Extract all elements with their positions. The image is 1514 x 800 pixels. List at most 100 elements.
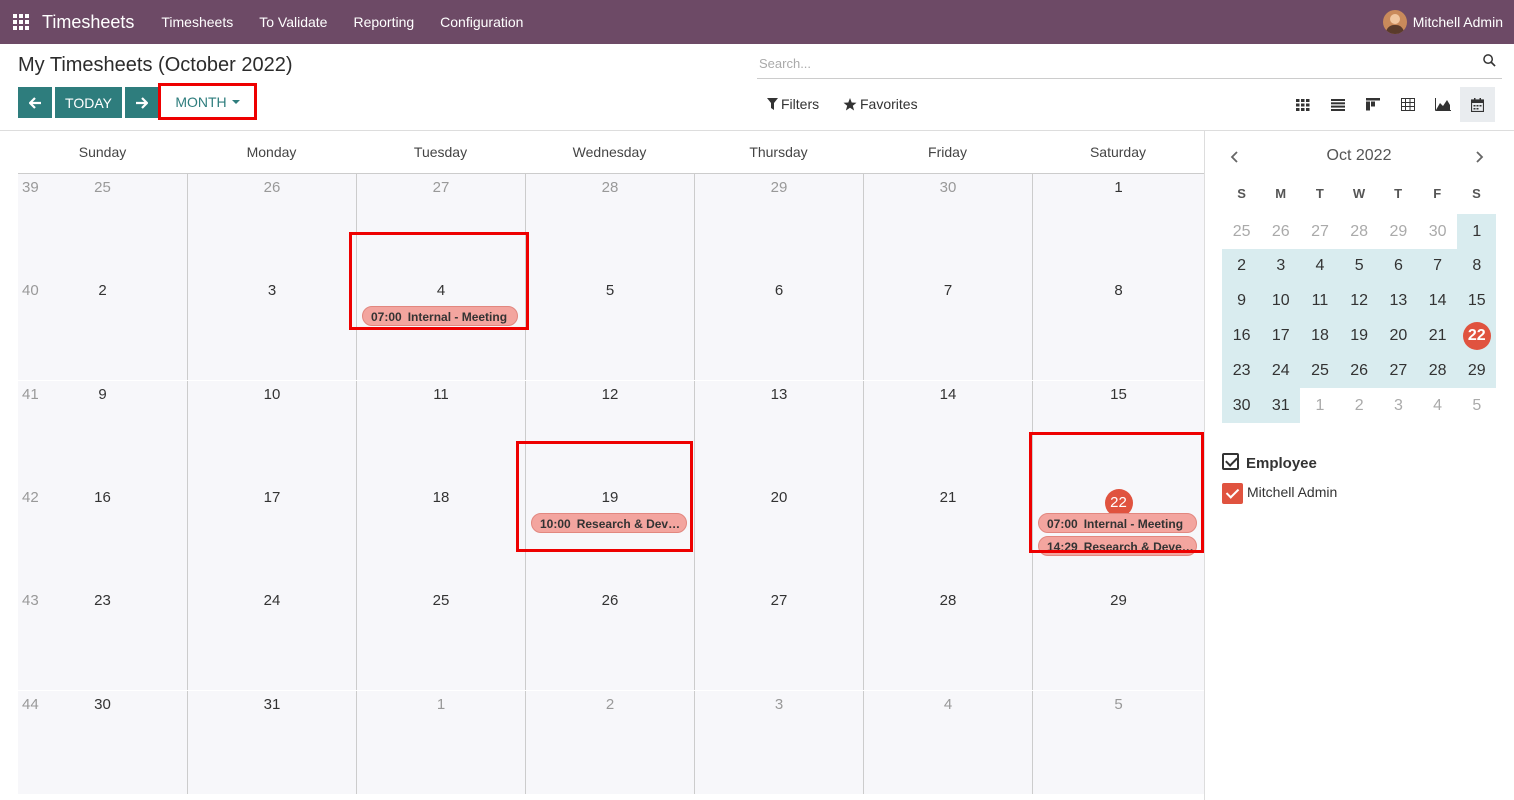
mini-day[interactable]: 28 xyxy=(1340,214,1379,249)
chevron-right-icon[interactable] xyxy=(1472,150,1486,164)
mini-day[interactable]: 10 xyxy=(1261,283,1301,319)
calendar-day-cell[interactable]: 30 xyxy=(18,690,187,794)
calendar-day-cell[interactable]: 31 xyxy=(187,690,356,794)
calendar-day-cell[interactable]: 29 xyxy=(1032,587,1204,691)
mini-day[interactable]: 22 xyxy=(1457,318,1497,354)
mini-day[interactable]: 20 xyxy=(1378,318,1418,354)
calendar-day-cell[interactable]: 18 xyxy=(356,483,525,587)
mini-day[interactable]: 24 xyxy=(1261,353,1301,389)
menu-configuration[interactable]: Configuration xyxy=(440,14,523,30)
calendar-day-cell[interactable]: 3 xyxy=(187,277,356,381)
calendar-view-button[interactable] xyxy=(1460,87,1495,122)
calendar-day-cell[interactable]: 9 xyxy=(18,380,187,484)
calendar-day-cell[interactable]: 5 xyxy=(1032,690,1204,794)
mini-day[interactable]: 1 xyxy=(1300,388,1339,423)
calendar-day-cell[interactable]: 14 xyxy=(863,380,1032,484)
mini-day[interactable]: 4 xyxy=(1418,388,1457,423)
mini-day[interactable]: 3 xyxy=(1379,388,1418,423)
mini-day[interactable]: 13 xyxy=(1378,283,1418,319)
mini-day[interactable]: 6 xyxy=(1378,248,1418,284)
mini-day[interactable]: 7 xyxy=(1418,248,1458,284)
calendar-day-cell[interactable]: 7 xyxy=(863,277,1032,381)
calendar-day-cell[interactable]: 20 xyxy=(694,483,863,587)
mini-day[interactable]: 9 xyxy=(1222,283,1262,319)
calendar-day-cell[interactable]: 17 xyxy=(187,483,356,587)
mini-day[interactable]: 29 xyxy=(1457,353,1497,389)
mini-day[interactable]: 29 xyxy=(1379,214,1418,249)
mini-day[interactable]: 2 xyxy=(1222,248,1262,284)
mini-day[interactable]: 27 xyxy=(1378,353,1418,389)
calendar-day-cell[interactable]: 4 xyxy=(863,690,1032,794)
calendar-day-cell[interactable]: 10 xyxy=(187,380,356,484)
apps-menu-icon[interactable] xyxy=(13,14,29,30)
mini-day[interactable]: 3 xyxy=(1261,248,1301,284)
mini-day[interactable]: 16 xyxy=(1222,318,1262,354)
calendar-day-cell[interactable]: 1 xyxy=(356,690,525,794)
employee-checkbox[interactable] xyxy=(1222,483,1243,504)
previous-button[interactable] xyxy=(18,87,52,118)
calendar-day-cell[interactable]: 29 xyxy=(694,174,863,277)
mini-day[interactable]: 15 xyxy=(1457,283,1497,319)
calendar-day-cell[interactable]: 25 xyxy=(356,587,525,691)
calendar-day-cell[interactable]: 23 xyxy=(18,587,187,691)
calendar-day-cell[interactable]: 8 xyxy=(1032,277,1204,381)
calendar-day-cell[interactable]: 26 xyxy=(187,174,356,277)
mini-day[interactable]: 30 xyxy=(1222,388,1262,423)
mini-day[interactable]: 5 xyxy=(1339,248,1379,284)
calendar-day-cell[interactable]: 6 xyxy=(694,277,863,381)
today-button[interactable]: TODAY xyxy=(55,87,122,118)
mini-day[interactable]: 14 xyxy=(1418,283,1458,319)
calendar-day-cell[interactable]: 2 xyxy=(18,277,187,381)
grid-view-button[interactable] xyxy=(1285,87,1320,122)
mini-day[interactable]: 25 xyxy=(1222,214,1261,249)
calendar-day-cell[interactable]: 28 xyxy=(863,587,1032,691)
scale-month-dropdown[interactable]: MONTH xyxy=(158,83,257,120)
calendar-day-cell[interactable]: 3 xyxy=(694,690,863,794)
mini-day[interactable]: 4 xyxy=(1300,248,1340,284)
mini-day[interactable]: 21 xyxy=(1418,318,1458,354)
calendar-day-cell[interactable]: 24 xyxy=(187,587,356,691)
mini-day[interactable]: 8 xyxy=(1457,248,1497,284)
search-input[interactable] xyxy=(759,51,1459,75)
kanban-view-button[interactable] xyxy=(1355,87,1390,122)
menu-timesheets[interactable]: Timesheets xyxy=(161,14,233,30)
mini-day[interactable]: 19 xyxy=(1339,318,1379,354)
mini-day[interactable]: 18 xyxy=(1300,318,1340,354)
filters-button[interactable]: Filters xyxy=(767,96,819,112)
graph-view-button[interactable] xyxy=(1425,87,1460,122)
search-icon[interactable] xyxy=(1483,54,1496,67)
calendar-day-cell[interactable]: 25 xyxy=(18,174,187,277)
calendar-day-cell[interactable]: 21 xyxy=(863,483,1032,587)
calendar-day-cell[interactable]: 11 xyxy=(356,380,525,484)
app-brand[interactable]: Timesheets xyxy=(42,12,134,33)
mini-day[interactable]: 30 xyxy=(1418,214,1457,249)
calendar-day-cell[interactable]: 30 xyxy=(863,174,1032,277)
pivot-view-button[interactable] xyxy=(1390,87,1425,122)
mini-day[interactable]: 1 xyxy=(1457,214,1497,249)
calendar-day-cell[interactable]: 1 xyxy=(1032,174,1204,277)
calendar-day-cell[interactable]: 26 xyxy=(525,587,694,691)
mini-day[interactable]: 11 xyxy=(1300,283,1340,319)
list-view-button[interactable] xyxy=(1320,87,1355,122)
menu-to-validate[interactable]: To Validate xyxy=(259,14,327,30)
calendar-day-cell[interactable]: 2 xyxy=(525,690,694,794)
mini-day[interactable]: 27 xyxy=(1300,214,1339,249)
mini-day[interactable]: 26 xyxy=(1339,353,1379,389)
mini-day[interactable]: 2 xyxy=(1340,388,1379,423)
calendar-day-cell[interactable]: 5 xyxy=(525,277,694,381)
mini-day[interactable]: 23 xyxy=(1222,353,1262,389)
mini-day[interactable]: 5 xyxy=(1457,388,1496,423)
mini-day[interactable]: 31 xyxy=(1261,388,1301,423)
mini-day[interactable]: 25 xyxy=(1300,353,1340,389)
next-button[interactable] xyxy=(125,87,158,118)
user-menu[interactable]: Mitchell Admin xyxy=(1382,10,1503,34)
mini-day[interactable]: 28 xyxy=(1418,353,1458,389)
calendar-day-cell[interactable]: 27 xyxy=(694,587,863,691)
employee-filter-toggle[interactable] xyxy=(1222,453,1239,470)
employee-filter-item[interactable]: Mitchell Admin xyxy=(1247,484,1337,500)
calendar-day-cell[interactable]: 16 xyxy=(18,483,187,587)
calendar-day-cell[interactable]: 28 xyxy=(525,174,694,277)
menu-reporting[interactable]: Reporting xyxy=(353,14,414,30)
favorites-button[interactable]: Favorites xyxy=(843,96,918,112)
calendar-day-cell[interactable]: 13 xyxy=(694,380,863,484)
